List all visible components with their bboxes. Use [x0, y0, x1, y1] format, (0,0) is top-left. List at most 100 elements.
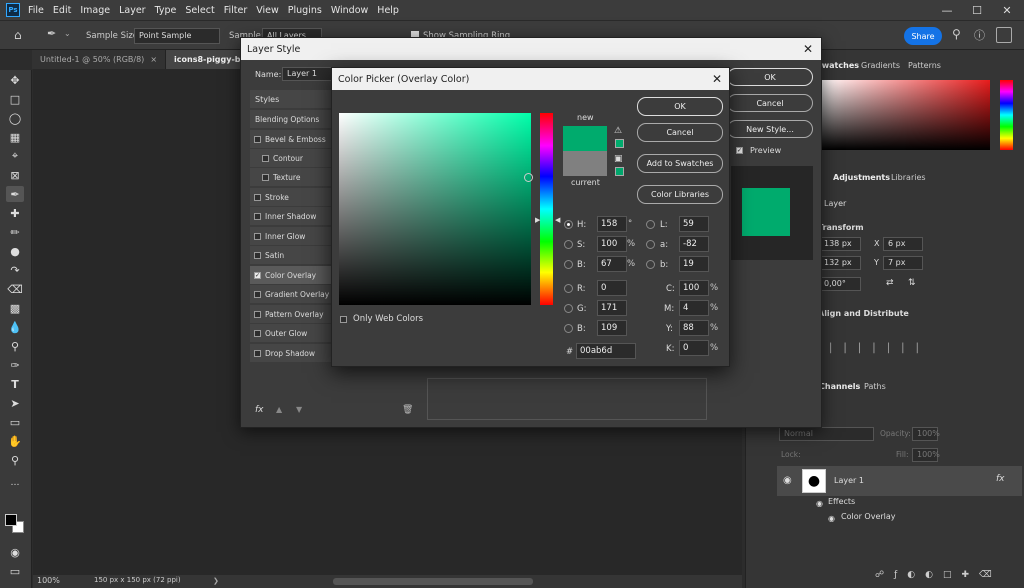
hand-tool-icon[interactable]: ✋ — [6, 433, 24, 449]
healing-brush-icon[interactable]: ✚ — [6, 205, 24, 221]
dodge-tool-icon[interactable]: ⚲ — [6, 338, 24, 354]
history-brush-icon[interactable]: ↷ — [6, 262, 24, 278]
menu-image[interactable]: Image — [80, 5, 110, 16]
menu-file[interactable]: File — [28, 5, 44, 16]
styles-header[interactable]: Styles — [250, 90, 331, 108]
style-satin[interactable]: Satin — [250, 246, 331, 264]
move-down-icon[interactable]: ▼ — [296, 405, 302, 414]
height-field[interactable]: 132 px — [819, 256, 861, 270]
flip-vertical-icon[interactable]: ⇅ — [908, 278, 916, 288]
add-to-swatches-button[interactable]: Add to Swatches — [637, 154, 723, 173]
visibility-eye-icon[interactable]: ◉ — [783, 475, 792, 486]
cancel-button[interactable]: Cancel — [727, 94, 813, 112]
saturation-brightness-field[interactable] — [339, 113, 533, 305]
g-radio[interactable] — [564, 304, 573, 313]
out-of-gamut-warning-icon[interactable]: ⚠ — [614, 126, 622, 136]
minimize-icon[interactable]: — — [932, 0, 962, 20]
eyedropper-tool-icon[interactable]: ✒ — [6, 186, 24, 202]
hue-slider[interactable] — [540, 113, 553, 305]
ok-button[interactable]: OK — [637, 97, 723, 116]
search-icon[interactable]: ⚲ — [952, 27, 961, 41]
cancel-button[interactable]: Cancel — [637, 123, 723, 142]
screen-mode-icon[interactable]: ▭ — [6, 563, 24, 579]
zoom-tool-icon[interactable]: ⚲ — [6, 452, 24, 468]
share-button[interactable]: Share — [904, 27, 942, 45]
m-input[interactable]: 4 — [679, 300, 709, 316]
blue-radio[interactable] — [564, 324, 573, 333]
a-radio[interactable] — [646, 240, 655, 249]
preview-checkbox[interactable]: ✓ — [736, 147, 743, 154]
tab-channels[interactable]: Channels — [819, 382, 860, 391]
tab-swatches[interactable]: Swatches — [816, 61, 859, 70]
more-tools-icon[interactable]: … — [6, 475, 24, 491]
home-icon[interactable]: ⌂ — [14, 28, 22, 42]
blur-tool-icon[interactable]: 💧 — [6, 319, 24, 335]
checkbox[interactable] — [254, 251, 261, 259]
style-inner-shadow[interactable]: Inner Shadow — [250, 207, 331, 225]
horizontal-scrollbar[interactable] — [333, 578, 533, 585]
color-overlay-effect-label[interactable]: Color Overlay — [841, 512, 896, 521]
brush-tool-icon[interactable]: ✏ — [6, 224, 24, 240]
tab-adjustments[interactable]: Adjustments — [833, 173, 890, 182]
r-input[interactable]: 0 — [597, 280, 627, 296]
checkbox[interactable] — [254, 329, 261, 337]
checkbox[interactable] — [254, 232, 261, 240]
help-icon[interactable]: ⓘ — [974, 27, 985, 43]
checkbox-checked[interactable]: ✓ — [254, 271, 261, 279]
tab-gradients[interactable]: Gradients — [861, 61, 900, 70]
menu-view[interactable]: View — [256, 5, 279, 16]
menu-filter[interactable]: Filter — [224, 5, 248, 16]
menu-edit[interactable]: Edit — [53, 5, 71, 16]
effects-eye-icon[interactable]: ◉ — [816, 499, 823, 508]
style-gradient-overlay[interactable]: Gradient Overlay — [250, 285, 331, 303]
style-texture[interactable]: Texture — [250, 168, 331, 186]
ok-button[interactable]: OK — [727, 68, 813, 86]
tab-patterns[interactable]: Patterns — [908, 61, 941, 70]
b-radio[interactable] — [564, 260, 573, 269]
layer-fx-icon[interactable]: fx — [996, 474, 1005, 484]
blend-mode-select[interactable]: Normal — [779, 427, 874, 441]
lab-b-radio[interactable] — [646, 260, 655, 269]
close-icon[interactable]: × — [150, 55, 157, 64]
menu-layer[interactable]: Layer — [119, 5, 146, 16]
a-input[interactable]: -82 — [679, 236, 709, 252]
style-pattern-overlay[interactable]: Pattern Overlay — [250, 305, 331, 323]
workspace-icon[interactable] — [996, 27, 1012, 43]
object-select-icon[interactable]: ▦ — [6, 129, 24, 145]
lasso-tool-icon[interactable]: ◯ — [6, 110, 24, 126]
style-inner-glow[interactable]: Inner Glow — [250, 227, 331, 245]
style-drop-shadow[interactable]: Drop Shadow — [250, 344, 331, 362]
web-safe-cube-icon[interactable]: ▣ — [614, 154, 623, 164]
menu-help[interactable]: Help — [377, 5, 399, 16]
layer-row[interactable]: ◉ ● Layer 1 fx — [777, 466, 1022, 496]
checkbox[interactable] — [254, 193, 261, 201]
foreground-color-swatch[interactable] — [5, 514, 17, 526]
color-field[interactable] — [820, 80, 990, 150]
checkbox[interactable] — [254, 310, 261, 318]
quick-mask-icon[interactable]: ◉ — [6, 544, 24, 560]
flip-horizontal-icon[interactable]: ⇄ — [886, 278, 894, 288]
g-input[interactable]: 171 — [597, 300, 627, 316]
crop-tool-icon[interactable]: ⌖ — [6, 148, 24, 164]
trash-icon[interactable]: 🗑 — [402, 405, 413, 415]
close-window-icon[interactable]: ✕ — [992, 0, 1022, 20]
eyedropper-icon[interactable]: ✒ — [47, 27, 56, 40]
status-chevron-icon[interactable]: ❯ — [213, 577, 219, 585]
s-input[interactable]: 100 — [597, 236, 627, 252]
sample-size-select[interactable]: Point Sample — [134, 28, 220, 44]
hue-slider-arrow-right-icon[interactable]: ◀ — [555, 216, 560, 224]
menu-select[interactable]: Select — [185, 5, 214, 16]
layer-name[interactable]: Layer 1 — [834, 476, 864, 485]
tab-untitled-1[interactable]: Untitled-1 @ 50% (RGB/8) × — [32, 50, 167, 69]
name-field[interactable]: Layer 1 — [282, 67, 332, 81]
maximize-icon[interactable]: ☐ — [962, 0, 992, 20]
menu-window[interactable]: Window — [331, 5, 368, 16]
zoom-level[interactable]: 100% — [37, 576, 60, 585]
style-bevel-emboss[interactable]: Bevel & Emboss — [250, 130, 331, 148]
s-radio[interactable] — [564, 240, 573, 249]
marquee-tool-icon[interactable]: □ — [6, 91, 24, 107]
style-blending-options[interactable]: Blending Options — [250, 110, 331, 128]
color-hue-slider[interactable] — [1000, 80, 1013, 150]
style-contour[interactable]: Contour — [250, 149, 331, 167]
k-input[interactable]: 0 — [679, 340, 709, 356]
